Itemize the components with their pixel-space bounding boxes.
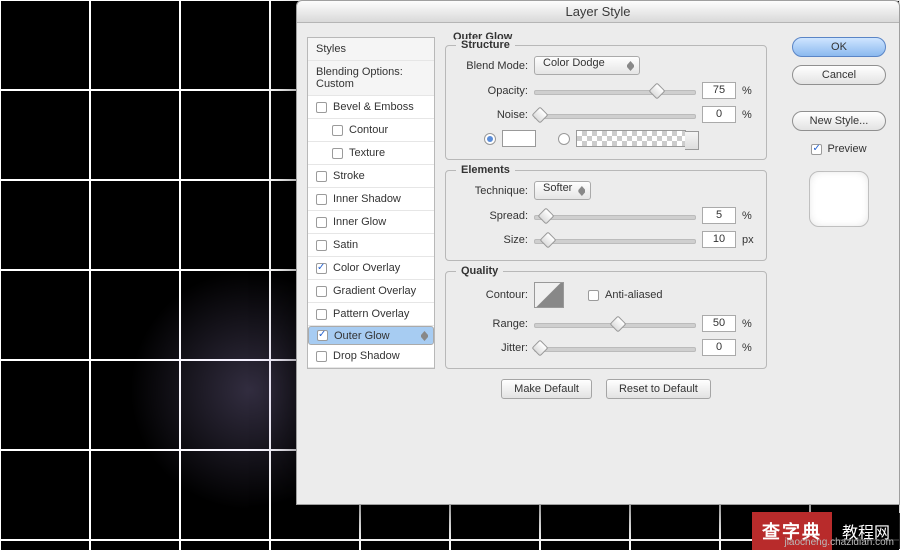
sidebar-item-label: Outer Glow [334,330,390,342]
sidebar-item-label: Gradient Overlay [333,285,416,297]
sidebar-checkbox[interactable] [332,148,343,159]
sidebar-checkbox[interactable] [332,125,343,136]
sidebar-item-contour[interactable]: Contour [308,119,434,142]
settings-panel: Outer Glow Structure Blend Mode: Color D… [445,31,767,399]
color-swatch[interactable] [502,130,536,147]
reset-default-button[interactable]: Reset to Default [606,379,711,399]
size-unit: px [742,234,756,246]
sidebar-item-inner-glow[interactable]: Inner Glow [308,211,434,234]
sidebar-checkbox[interactable] [316,351,327,362]
contour-label: Contour: [456,289,528,301]
fieldset-quality: Quality Contour: Anti-aliased Range: 50 … [445,271,767,369]
styles-sidebar: Styles Blending Options: Custom Bevel & … [307,37,435,369]
noise-input[interactable]: 0 [702,106,736,123]
range-input[interactable]: 50 [702,315,736,332]
anti-aliased-checkbox[interactable] [588,290,599,301]
jitter-input[interactable]: 0 [702,339,736,356]
preview-thumbnail [809,171,869,227]
sidebar-item-label: Pattern Overlay [333,308,409,320]
color-radio[interactable] [484,133,496,145]
sidebar-checkbox[interactable] [316,286,327,297]
sidebar-item-texture[interactable]: Texture [308,142,434,165]
spread-label: Spread: [456,210,528,222]
noise-unit: % [742,109,756,121]
range-unit: % [742,318,756,330]
sidebar-item-label: Contour [349,124,388,136]
sidebar-checkbox[interactable] [316,102,327,113]
sidebar-checkbox[interactable] [316,240,327,251]
preview-checkbox[interactable] [811,144,822,155]
opacity-unit: % [742,85,756,97]
size-input[interactable]: 10 [702,231,736,248]
sidebar-item-drop-shadow[interactable]: Drop Shadow [308,345,434,368]
new-style-button[interactable]: New Style... [792,111,886,131]
spread-input[interactable]: 5 [702,207,736,224]
sidebar-header-blending[interactable]: Blending Options: Custom [308,61,434,96]
sidebar-item-color-overlay[interactable]: Color Overlay [308,257,434,280]
range-label: Range: [456,318,528,330]
blend-mode-label: Blend Mode: [456,60,528,72]
sidebar-item-label: Stroke [333,170,365,182]
technique-select[interactable]: Softer [534,181,591,200]
sidebar-item-label: Texture [349,147,385,159]
sidebar-checkbox[interactable] [316,217,327,228]
sidebar-item-label: Satin [333,239,358,251]
legend-structure: Structure [456,39,515,51]
dialog-body: Styles Blending Options: Custom Bevel & … [297,23,899,504]
sidebar-checkbox[interactable] [316,194,327,205]
sidebar-item-pattern-overlay[interactable]: Pattern Overlay [308,303,434,326]
cancel-button[interactable]: Cancel [792,65,886,85]
sidebar-item-gradient-overlay[interactable]: Gradient Overlay [308,280,434,303]
opacity-label: Opacity: [456,85,528,97]
sidebar-item-label: Color Overlay [333,262,400,274]
jitter-label: Jitter: [456,342,528,354]
ok-button[interactable]: OK [792,37,886,57]
layer-style-dialog: Layer Style Styles Blending Options: Cus… [296,0,900,505]
dialog-title: Layer Style [297,1,899,23]
range-slider[interactable] [534,317,696,331]
watermark-url: jiaocheng.chazidian.com [784,537,894,548]
fieldset-elements: Elements Technique: Softer Spread: 5 % S… [445,170,767,261]
gradient-swatch[interactable] [576,130,686,147]
preview-label: Preview [827,143,866,155]
technique-label: Technique: [456,185,528,197]
sidebar-checkbox[interactable] [316,263,327,274]
fieldset-structure: Structure Blend Mode: Color Dodge Opacit… [445,45,767,160]
opacity-input[interactable]: 75 [702,82,736,99]
noise-label: Noise: [456,109,528,121]
noise-slider[interactable] [534,108,696,122]
sidebar-item-label: Inner Glow [333,216,386,228]
jitter-unit: % [742,342,756,354]
spread-unit: % [742,210,756,222]
sidebar-checkbox[interactable] [316,309,327,320]
sidebar-checkbox[interactable] [317,330,328,341]
blend-mode-select[interactable]: Color Dodge [534,56,640,75]
sidebar-item-label: Inner Shadow [333,193,401,205]
size-label: Size: [456,234,528,246]
sidebar-header-styles[interactable]: Styles [308,38,434,61]
sidebar-checkbox[interactable] [316,171,327,182]
sidebar-item-stroke[interactable]: Stroke [308,165,434,188]
sidebar-item-label: Bevel & Emboss [333,101,414,113]
gradient-radio[interactable] [558,133,570,145]
opacity-slider[interactable] [534,84,696,98]
anti-aliased-label: Anti-aliased [605,289,662,301]
sidebar-item-inner-shadow[interactable]: Inner Shadow [308,188,434,211]
sidebar-item-bevel-emboss[interactable]: Bevel & Emboss [308,96,434,119]
jitter-slider[interactable] [534,341,696,355]
legend-elements: Elements [456,164,515,176]
make-default-button[interactable]: Make Default [501,379,592,399]
sidebar-item-outer-glow[interactable]: Outer Glow [308,326,434,345]
right-panel: OK Cancel New Style... Preview [789,37,889,227]
sidebar-item-label: Drop Shadow [333,350,400,362]
spread-slider[interactable] [534,209,696,223]
size-slider[interactable] [534,233,696,247]
contour-picker[interactable] [534,282,564,308]
legend-quality: Quality [456,265,503,277]
sidebar-item-satin[interactable]: Satin [308,234,434,257]
